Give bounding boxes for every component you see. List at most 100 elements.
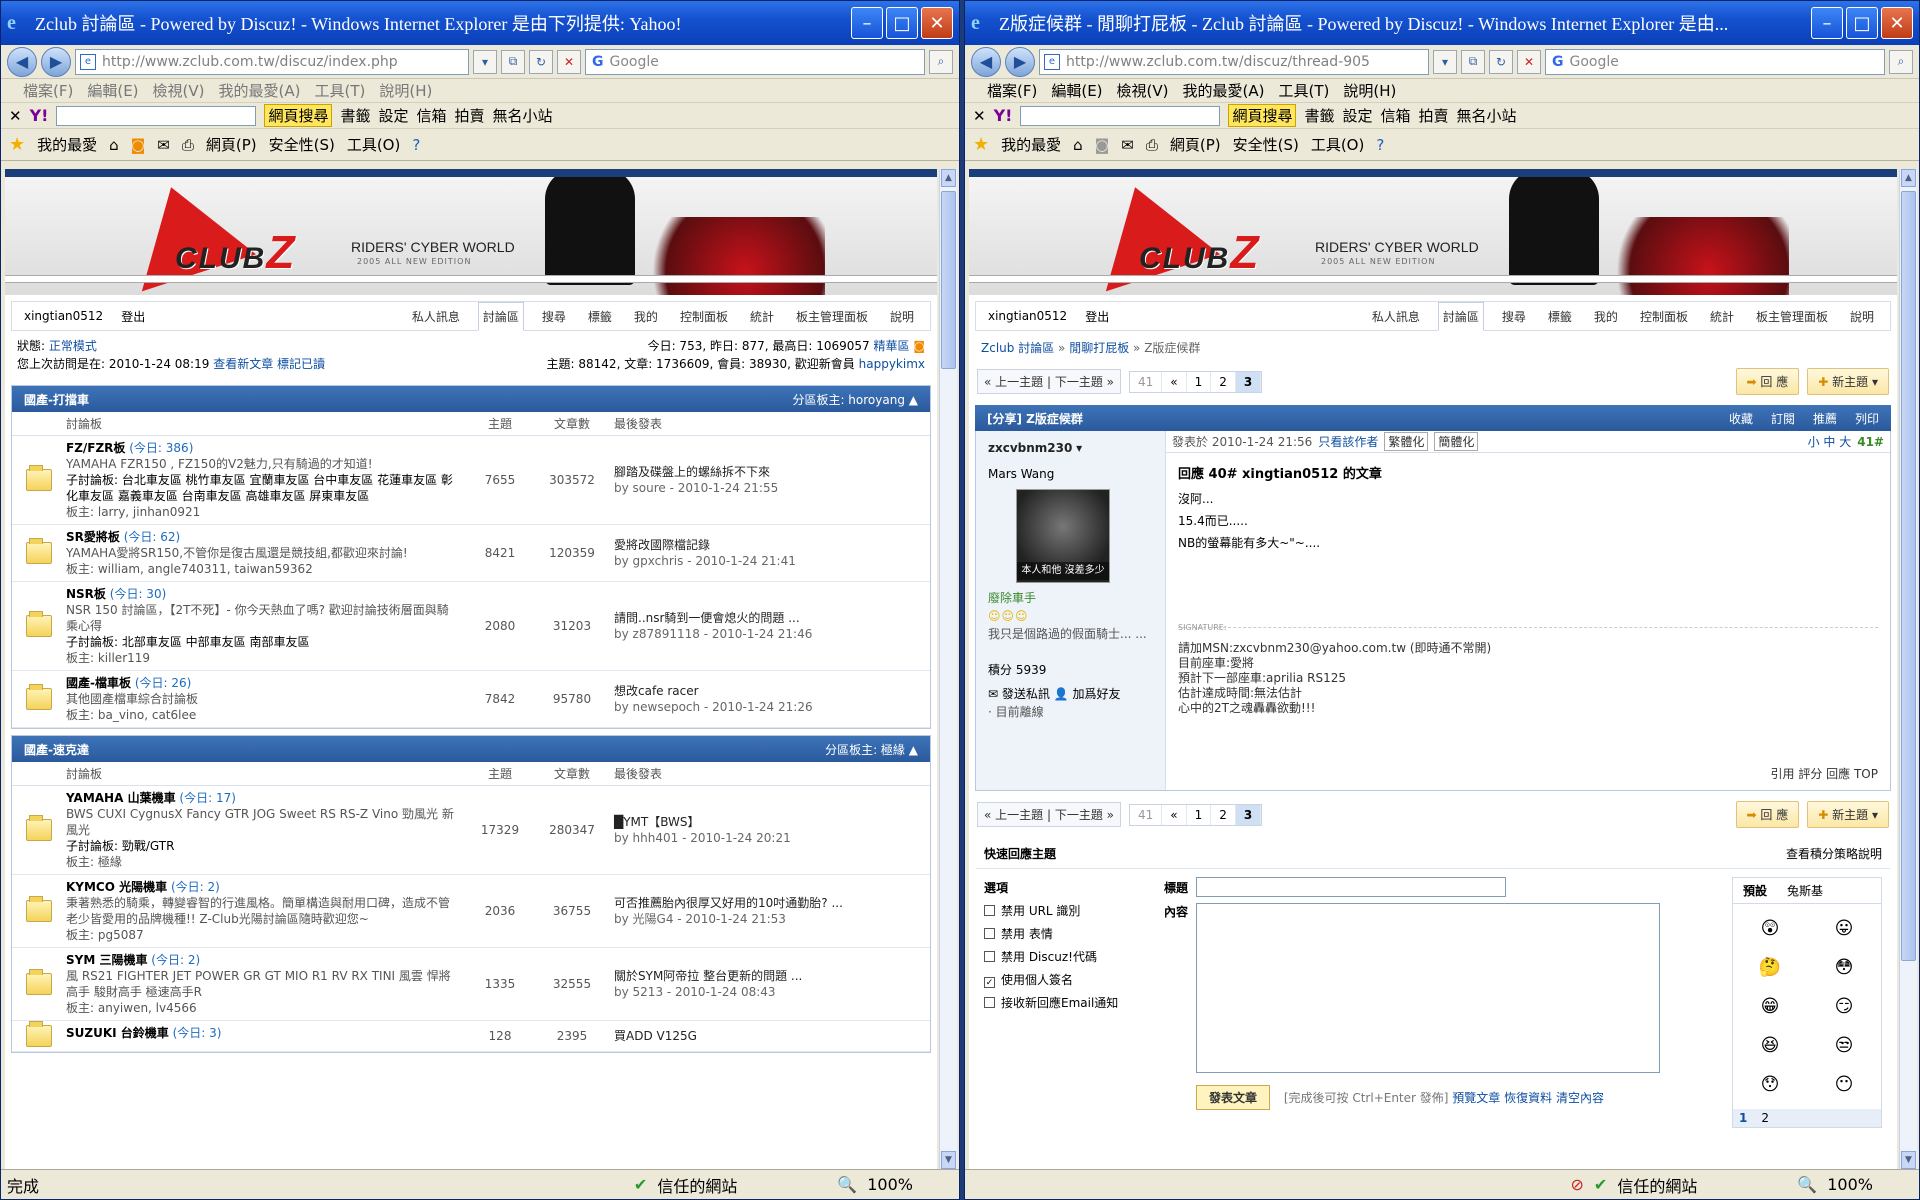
reply-option[interactable]: 禁用 URL 識別 (984, 900, 1164, 923)
smiley-tab-default[interactable]: 預設 (1733, 882, 1778, 899)
smiley-icon[interactable]: 😏 (1807, 996, 1881, 1017)
page-link[interactable]: 1 (1187, 371, 1212, 392)
menu-view[interactable]: 檢視(V) (153, 80, 205, 101)
points-rules-link[interactable]: 查看積分策略說明 (1786, 845, 1882, 862)
menu-file[interactable]: 檔案(F) (987, 80, 1037, 101)
smiley-icon[interactable]: 😆 (1733, 1035, 1807, 1056)
favorites-star-icon[interactable]: ★ (9, 134, 25, 155)
tab-pm[interactable]: 私人訊息 (408, 303, 464, 330)
smiley-tab-tuzki[interactable]: 兔斯基 (1777, 882, 1833, 899)
scroll-down-icon[interactable]: ▼ (1901, 1151, 1916, 1169)
forum-name-link[interactable]: NSR板 (66, 587, 106, 601)
page-link[interactable]: 41 (1130, 804, 1163, 825)
print-icon[interactable]: ⎙ (1146, 136, 1158, 154)
last-post-link[interactable]: 愛將改國際檔記錄 (614, 537, 930, 553)
mail-icon[interactable]: ✉ (1121, 136, 1134, 154)
username[interactable]: xingtian0512 (988, 309, 1067, 323)
yahoo-mail[interactable]: 信箱 (1381, 105, 1411, 126)
yahoo-search-button[interactable]: 網頁搜尋 (1228, 104, 1297, 127)
tab-stats[interactable]: 統計 (746, 303, 778, 330)
option-checkbox[interactable] (984, 951, 995, 962)
compat-icon[interactable]: ⧉ (501, 49, 525, 74)
toolbar-close-icon[interactable]: ✕ (973, 107, 986, 125)
author-name[interactable]: zxcvbnm230 ▾ (988, 439, 1153, 457)
safety-menu[interactable]: 安全性(S) (1233, 134, 1299, 155)
search-icon[interactable]: ⌕ (1889, 49, 1913, 74)
favorites-star-icon[interactable]: ★ (973, 134, 989, 155)
forum-name-link[interactable]: KYMCO 光陽機車 (66, 880, 167, 894)
page-link[interactable]: 2 (1211, 371, 1236, 392)
submit-reply-button[interactable]: 發表文章 (1196, 1085, 1271, 1110)
font-size-links[interactable]: 小 中 大 (1808, 433, 1852, 450)
rss-icon[interactable]: ◙ (913, 339, 925, 353)
right-title-bar[interactable]: e Z版症候群 - 閒聊打屁板 - Zclub 討論區 - Powered by… (965, 1, 1919, 45)
collapse-icon[interactable]: ▲ (909, 393, 918, 407)
option-checkbox[interactable] (984, 905, 995, 916)
add-friend-link[interactable]: 加爲好友 (1073, 687, 1121, 701)
yahoo-bookmarks[interactable]: 書籤 (1304, 105, 1334, 126)
smiley-icon[interactable]: 😒 (1807, 1035, 1881, 1056)
last-post-link[interactable]: 腳踏及碟盤上的螺絲拆不下來 (614, 464, 930, 480)
forum-moderators[interactable]: 板主: killer119 (66, 650, 454, 666)
right-search-input[interactable]: G Google (1545, 48, 1885, 75)
last-post-link[interactable]: 可否推薦胎內很厚又好用的10吋通勤胎? ... (614, 895, 930, 911)
author-username[interactable]: zxcvbnm230 (988, 441, 1072, 455)
zoom-icon[interactable]: 🔍 (1797, 1175, 1817, 1194)
smiley-icon[interactable]: 😁 (1733, 996, 1807, 1017)
prev-next-links[interactable]: « 上一主題 | 下一主題 » (977, 369, 1121, 394)
forum-moderators[interactable]: 板主: 極緣 (66, 854, 454, 870)
forward-button[interactable]: ▶ (41, 46, 71, 77)
last-post-link[interactable]: █YMT【BWS】 (614, 814, 930, 830)
tab-help[interactable]: 說明 (886, 303, 918, 330)
yahoo-bookmarks[interactable]: 書籤 (340, 105, 370, 126)
tab-mine[interactable]: 我的 (1590, 303, 1622, 330)
page-menu[interactable]: 網頁(P) (206, 134, 257, 155)
left-url-input[interactable]: e http://www.zclub.com.tw/discuz/index.ph… (75, 48, 469, 75)
logout-link[interactable]: 登出 (1085, 308, 1109, 325)
subforums[interactable]: 子討論板: 北部車友區 中部車友區 南部車友區 (66, 634, 454, 650)
menu-edit[interactable]: 編輯(E) (87, 80, 138, 101)
forum-moderators[interactable]: 板主: anyiwen, lv4566 (66, 1000, 454, 1016)
toolbar-close-icon[interactable]: ✕ (9, 107, 22, 125)
page-link[interactable]: 1 (1187, 804, 1212, 825)
forum-name-link[interactable]: FZ/FZR板 (66, 441, 125, 455)
yahoo-mail[interactable]: 信箱 (417, 105, 447, 126)
help-icon[interactable]: ? (1376, 136, 1384, 154)
back-button[interactable]: ◀ (7, 46, 37, 77)
stop-button[interactable]: ✕ (557, 49, 581, 74)
maximize-button[interactable]: □ (886, 7, 918, 39)
reply-option[interactable]: ✓ 使用個人簽名 (984, 969, 1164, 992)
forum-name-link[interactable]: 國產-檔車板 (66, 676, 131, 690)
category-header[interactable]: 國產-速克達 分區板主: 極緣 ▲ (12, 736, 930, 762)
close-button[interactable]: ✕ (921, 7, 953, 39)
mail-icon[interactable]: ✉ (157, 136, 170, 154)
menu-help[interactable]: 說明(H) (379, 80, 432, 101)
yahoo-logo-icon[interactable]: Y! (994, 106, 1013, 125)
home-icon[interactable]: ⌂ (109, 136, 119, 154)
post-actions[interactable]: 引用 評分 回應 TOP (1771, 765, 1878, 782)
tab-search[interactable]: 搜尋 (1498, 303, 1530, 330)
left-title-bar[interactable]: e Zclub 討論區 - Powered by Discuz! - Windo… (1, 1, 959, 45)
restore-link[interactable]: 恢復資料 (1504, 1091, 1552, 1105)
reply-title-input[interactable] (1196, 877, 1506, 897)
scroll-thumb[interactable] (941, 191, 956, 369)
yahoo-auction[interactable]: 拍賣 (455, 105, 485, 126)
help-icon[interactable]: ? (412, 136, 420, 154)
crumb-home[interactable]: Zclub 討論區 (981, 341, 1054, 355)
yahoo-search-input[interactable] (1020, 105, 1221, 126)
smiley-page[interactable]: 2 (1761, 1111, 1769, 1125)
search-icon[interactable]: ⌕ (929, 49, 953, 74)
subforums[interactable]: 子討論板: 勁戰/GTR (66, 838, 454, 854)
menu-help[interactable]: 說明(H) (1343, 80, 1396, 101)
tab-stats[interactable]: 統計 (1706, 303, 1738, 330)
menu-favorites[interactable]: 我的最愛(A) (1183, 80, 1265, 101)
page-link[interactable]: 2 (1211, 804, 1236, 825)
prev-next-links[interactable]: « 上一主題 | 下一主題 » (977, 802, 1121, 827)
subscribe-link[interactable]: 訂閱 (1771, 410, 1795, 427)
reply-option[interactable]: 禁用 表情 (984, 923, 1164, 946)
favorite-thread-link[interactable]: 收藏 (1729, 410, 1753, 427)
reply-option[interactable]: 接收新回應Email通知 (984, 992, 1164, 1015)
reply-option[interactable]: 禁用 Discuz!代碼 (984, 946, 1164, 969)
reply-button[interactable]: ➡ 回 應 (1735, 368, 1800, 395)
left-search-input[interactable]: G Google (585, 48, 925, 75)
